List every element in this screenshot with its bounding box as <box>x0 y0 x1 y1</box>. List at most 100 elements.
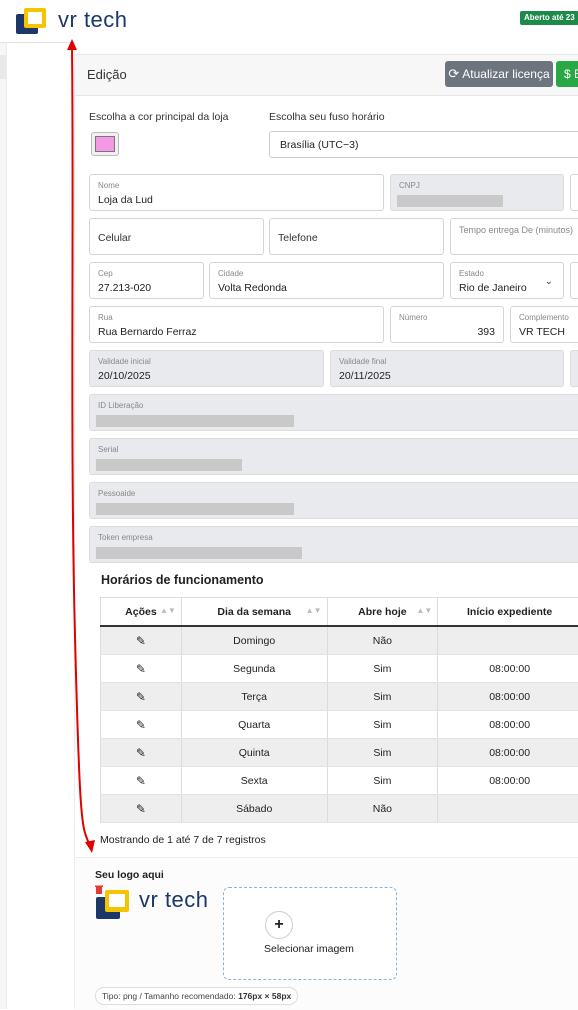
cidade-value: Volta Redonda <box>218 282 287 294</box>
day-cell: Terça <box>181 683 327 711</box>
edit-cell[interactable]: ✎ <box>101 767 182 795</box>
nome-value: Loja da Lud <box>98 194 153 206</box>
serial-field: Serial <box>89 438 578 475</box>
start-cell: 08:00:00 <box>438 739 578 767</box>
cnpj-field: CNPJ <box>390 174 564 211</box>
edit-cell[interactable]: ✎ <box>101 795 182 823</box>
day-cell: Sábado <box>181 795 327 823</box>
refresh-license-label: Atualizar licença <box>462 67 549 81</box>
brand-logo[interactable]: vr tech <box>14 6 134 36</box>
edit-cell[interactable]: ✎ <box>101 683 182 711</box>
pencil-icon[interactable]: ✎ <box>136 718 146 732</box>
tempo-entrega-label: Tempo entrega De (minutos) <box>459 225 573 235</box>
rua-field[interactable]: Rua Rua Bernardo Ferraz <box>89 306 384 343</box>
logo-hint-size: 176px × 58px <box>238 991 291 1001</box>
numero-value: 393 <box>477 326 495 338</box>
vr-tech-logo-icon <box>14 6 56 36</box>
field-cut <box>570 350 578 387</box>
logo-upload-section: Seu logo aqui vr tech + Selecionar image… <box>75 857 578 1010</box>
cidade-field[interactable]: Cidade Volta Redonda <box>209 262 444 299</box>
pencil-icon[interactable]: ✎ <box>136 662 146 676</box>
open-cell: Não <box>327 626 438 655</box>
business-hours-title: Horários de funcionamento <box>101 573 264 587</box>
id-liberacao-label: ID Liberação <box>98 401 143 410</box>
image-dropzone[interactable]: + Selecionar imagem <box>223 887 397 980</box>
cidade-label: Cidade <box>218 269 243 278</box>
column-header[interactable]: Abre hoje▲▼ <box>327 598 438 627</box>
cep-value: 27.213-020 <box>98 282 151 294</box>
telefone-placeholder: Telefone <box>278 232 318 244</box>
pessoaide-label: Pessoaide <box>98 489 135 498</box>
cnpj-label: CNPJ <box>399 181 420 190</box>
edit-cell[interactable]: ✎ <box>101 655 182 683</box>
table-info: Mostrando de 1 até 7 de 7 registros <box>100 834 266 846</box>
table-row: ✎ Sábado Não <box>101 795 578 823</box>
sidebar-item[interactable] <box>0 55 6 79</box>
pessoaide-redacted <box>96 503 294 515</box>
annotation-arrow <box>62 36 102 856</box>
nome-field[interactable]: Nome Loja da Lud <box>89 174 384 211</box>
celular-field[interactable]: Celular <box>89 218 264 255</box>
numero-field[interactable]: Número 393 <box>390 306 504 343</box>
tempo-entrega-field[interactable]: Tempo entrega De (minutos) <box>450 218 578 255</box>
pencil-icon[interactable]: ✎ <box>136 802 146 816</box>
open-cell: Sim <box>327 739 438 767</box>
cnpj-redacted <box>397 195 503 207</box>
edit-cell[interactable]: ✎ <box>101 626 182 655</box>
open-cell: Sim <box>327 683 438 711</box>
timezone-select[interactable]: Brasília (UTC−3) <box>269 131 578 158</box>
brand-logo-text: vr tech <box>58 7 128 33</box>
serial-redacted <box>96 459 242 471</box>
pencil-icon[interactable]: ✎ <box>136 634 146 648</box>
validade-final-field: Validade final 20/11/2025 <box>330 350 564 387</box>
column-header[interactable]: Dia da semana▲▼ <box>181 598 327 627</box>
start-cell: 08:00:00 <box>438 655 578 683</box>
complemento-label: Complemento <box>519 313 569 322</box>
celular-placeholder: Celular <box>98 232 131 244</box>
column-header-label: Dia da semana <box>217 606 291 618</box>
estado-select[interactable]: Estado Rio de Janeiro ⌄ <box>450 262 564 299</box>
refresh-license-button[interactable]: ⟳Atualizar licença <box>445 61 553 87</box>
timezone-value: Brasília (UTC−3) <box>280 139 358 151</box>
token-empresa-field: Token empresa <box>89 526 578 563</box>
table-row: ✎ Terça Sim 08:00:00 <box>101 683 578 711</box>
open-cell: Não <box>327 795 438 823</box>
edit-cell[interactable]: ✎ <box>101 711 182 739</box>
table-row: ✎ Sexta Sim 08:00:00 <box>101 767 578 795</box>
token-empresa-label: Token empresa <box>98 533 153 542</box>
table-row: ✎ Quarta Sim 08:00:00 <box>101 711 578 739</box>
start-cell: 08:00:00 <box>438 683 578 711</box>
table-row: ✎ Domingo Não <box>101 626 578 655</box>
field-cut[interactable] <box>570 262 578 299</box>
day-cell: Domingo <box>181 626 327 655</box>
pencil-icon[interactable]: ✎ <box>136 774 146 788</box>
pencil-icon[interactable]: ✎ <box>136 746 146 760</box>
save-button[interactable]: $ E <box>556 61 578 87</box>
column-header-label: Ações <box>125 606 157 618</box>
chevron-down-icon: ⌄ <box>545 276 553 287</box>
column-header-label: Início expediente <box>467 606 552 618</box>
sort-icon: ▲▼ <box>160 606 176 615</box>
sort-icon: ▲▼ <box>416 606 432 615</box>
open-cell: Sim <box>327 711 438 739</box>
day-cell: Segunda <box>181 655 327 683</box>
open-cell: Sim <box>327 655 438 683</box>
cep-field[interactable]: Cep 27.213-020 <box>89 262 204 299</box>
plus-icon[interactable]: + <box>265 911 293 939</box>
field-cut[interactable] <box>570 174 578 211</box>
logo-upload-label: Seu logo aqui <box>95 869 164 881</box>
complemento-field[interactable]: Complemento VR TECH <box>510 306 578 343</box>
telefone-field[interactable]: Telefone <box>269 218 444 255</box>
token-empresa-redacted <box>96 547 302 559</box>
validade-inicial-label: Validade inicial <box>98 357 151 366</box>
start-cell: 08:00:00 <box>438 767 578 795</box>
store-status-badge: Aberto até 23 <box>520 11 578 25</box>
start-cell: 08:00:00 <box>438 711 578 739</box>
edit-cell[interactable]: ✎ <box>101 739 182 767</box>
logo-hint-prefix: Tipo: png / Tamanho recomendado: <box>102 991 238 1001</box>
day-cell: Quarta <box>181 711 327 739</box>
business-hours-table: Ações▲▼ Dia da semana▲▼ Abre hoje▲▼ Iníc… <box>100 597 578 823</box>
pencil-icon[interactable]: ✎ <box>136 690 146 704</box>
column-header[interactable]: Início expediente <box>438 598 578 627</box>
column-header[interactable]: Ações▲▼ <box>101 598 182 627</box>
